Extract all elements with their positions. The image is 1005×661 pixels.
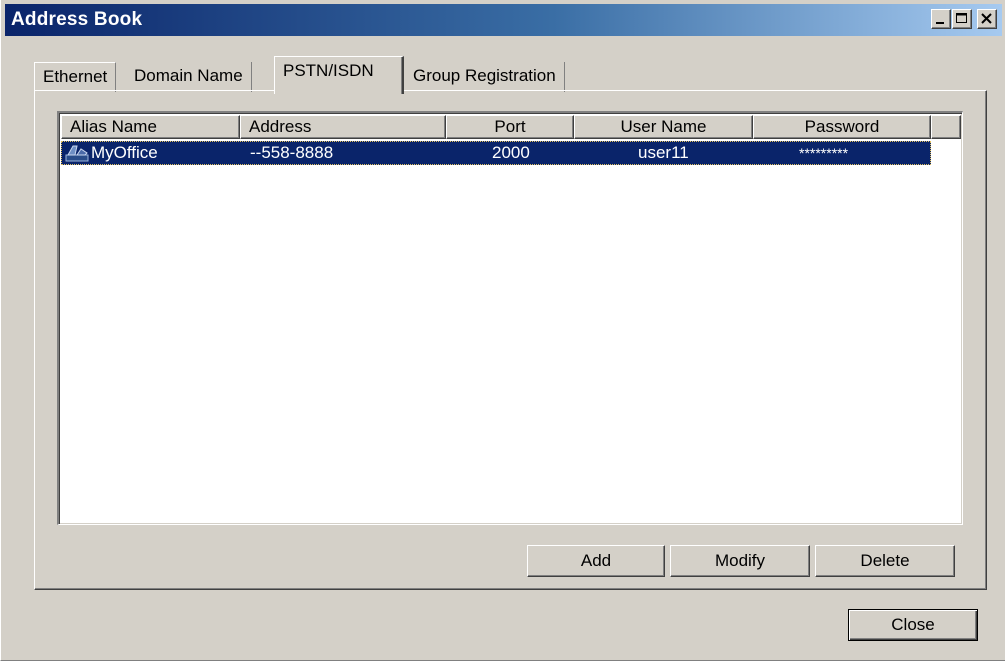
column-label: Password: [804, 117, 880, 136]
column-label: User Name: [620, 117, 707, 136]
add-button[interactable]: Add: [527, 545, 665, 577]
close-button[interactable]: Close: [848, 609, 978, 641]
tab-group-registration[interactable]: Group Registration: [405, 62, 565, 92]
close-window-button[interactable]: [977, 9, 997, 29]
tab-pstn-isdn[interactable]: PSTN/ISDN: [274, 56, 404, 94]
column-header-port[interactable]: Port: [446, 115, 574, 139]
minimize-icon: [936, 22, 944, 24]
table-row[interactable]: MyOffice --558-8888 2000 user11 ********…: [61, 141, 931, 165]
cell-port: 2000: [492, 143, 530, 162]
maximize-icon: [956, 13, 967, 23]
title-bar[interactable]: Address Book: [5, 4, 1002, 36]
cell-address: --558-8888: [250, 143, 334, 162]
minimize-button[interactable]: [931, 9, 951, 29]
cell-user-name: user11: [638, 143, 689, 162]
tab-label: Ethernet: [43, 67, 108, 86]
column-header-alias-name[interactable]: Alias Name: [61, 115, 240, 139]
window-title: Address Book: [11, 9, 143, 30]
column-header-user-name[interactable]: User Name: [574, 115, 753, 139]
tab-domain-name[interactable]: Domain Name: [126, 62, 252, 92]
tab-label: Domain Name: [134, 66, 243, 85]
column-label: Address: [249, 117, 312, 136]
tab-label: PSTN/ISDN: [283, 61, 374, 80]
column-header-address[interactable]: Address: [240, 115, 446, 139]
column-header-filler: [931, 115, 961, 139]
close-icon: [981, 13, 992, 24]
maximize-button[interactable]: [952, 9, 972, 29]
column-label: Alias Name: [70, 117, 157, 136]
cell-password: *********: [799, 145, 849, 161]
column-header-password[interactable]: Password: [753, 115, 931, 139]
tab-label: Group Registration: [413, 66, 556, 85]
address-book-window: Address Book Ethernet Domain Name PSTN/I…: [0, 0, 1005, 661]
phone-entry-icon: [65, 143, 91, 168]
tab-ethernet[interactable]: Ethernet: [34, 62, 117, 92]
address-list[interactable]: Alias Name Address Port User Name Passwo…: [57, 111, 963, 525]
cell-alias-name: MyOffice: [91, 143, 158, 162]
delete-button[interactable]: Delete: [815, 545, 955, 577]
modify-button[interactable]: Modify: [670, 545, 810, 577]
column-label: Port: [494, 117, 526, 136]
